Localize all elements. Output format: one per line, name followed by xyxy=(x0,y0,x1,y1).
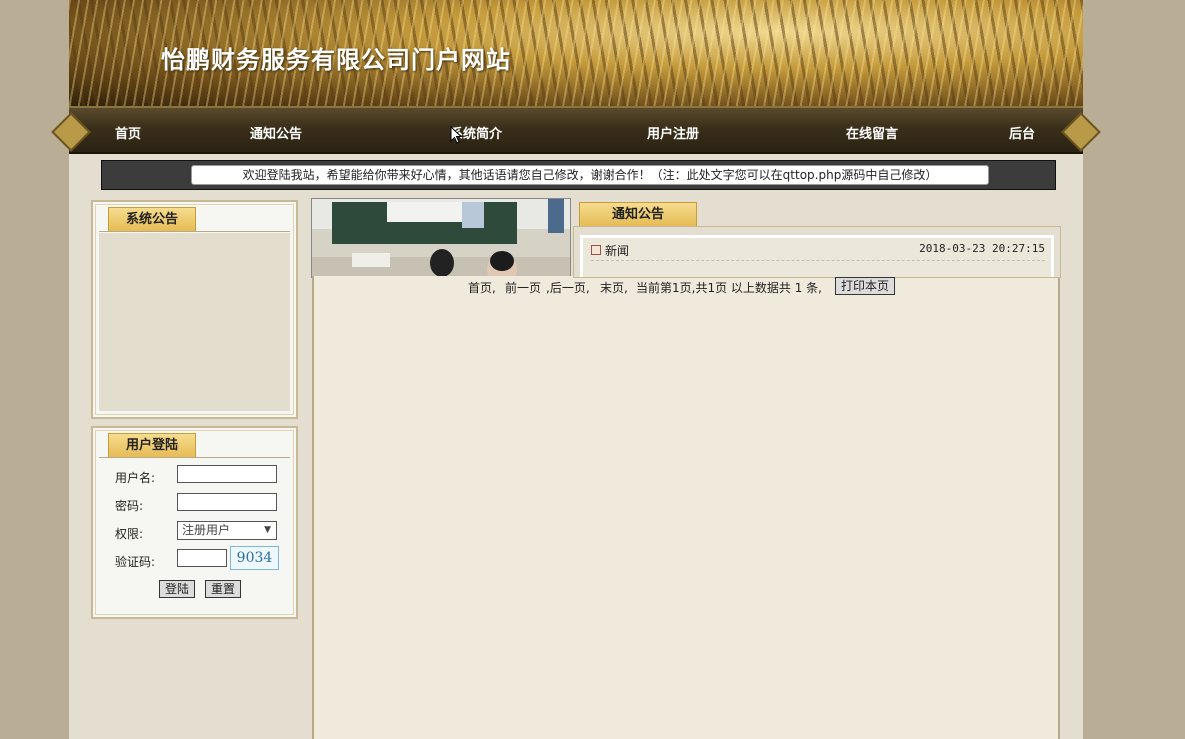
system-notice-tab: 系统公告 xyxy=(108,207,196,231)
divider xyxy=(99,231,290,232)
doc-icon xyxy=(591,245,601,255)
reset-button[interactable]: 重置 xyxy=(205,580,242,598)
username-label: 用户名: xyxy=(115,471,156,485)
main-content xyxy=(312,276,1060,739)
marquee-text: 欢迎登陆我站，希望能给你带来好心情，其他话语请您自己修改，谢谢合作！（注：此处文… xyxy=(191,165,989,185)
nav-home[interactable]: 首页 xyxy=(115,123,141,142)
print-button[interactable]: 打印本页 xyxy=(835,277,896,295)
divider xyxy=(99,457,290,458)
pager-last[interactable]: 末页, xyxy=(600,279,628,296)
role-select-value: 注册用户 xyxy=(182,523,231,537)
login-tab: 用户登陆 xyxy=(108,433,196,457)
pager-next[interactable]: ,后一页, xyxy=(546,279,590,296)
password-label: 密码: xyxy=(115,499,144,513)
pager-first[interactable]: 首页, xyxy=(468,279,496,296)
role-select[interactable]: 注册用户 ▼ xyxy=(177,521,277,540)
marquee-bar: 欢迎登陆我站，希望能给你带来好心情，其他话语请您自己修改，谢谢合作！（注：此处文… xyxy=(101,160,1056,190)
password-input[interactable] xyxy=(177,493,277,511)
mouse-cursor-icon xyxy=(450,126,462,144)
login-button[interactable]: 登陆 xyxy=(159,580,196,598)
list-item[interactable]: 新闻 2018-03-23 20:27:15 xyxy=(591,242,1045,261)
nav-ornament-right-icon xyxy=(1061,112,1101,152)
nav-guestbook[interactable]: 在线留言 xyxy=(846,123,898,142)
nav-ornament-left-icon xyxy=(51,112,91,152)
nav-register[interactable]: 用户注册 xyxy=(647,123,699,142)
system-notice-panel: 系统公告 xyxy=(91,200,298,419)
login-panel: 用户登陆 用户名: 密码: 权限: 注册用户 ▼ 验证码: 9034 登陆 重置 xyxy=(91,426,298,619)
pager-prev[interactable]: 前一页 xyxy=(505,279,541,296)
pager-status: 当前第1页,共1页 以上数据共 1 条, xyxy=(636,281,822,295)
classroom-photo xyxy=(311,198,571,278)
page: 怡鹏财务服务有限公司门户网站 首页 通知公告 系统简介 用户注册 在线留言 后台… xyxy=(51,0,1101,739)
nav-notices[interactable]: 通知公告 xyxy=(250,123,302,142)
notice-title[interactable]: 新闻 xyxy=(605,242,629,259)
notice-list-inner: 新闻 2018-03-23 20:27:15 xyxy=(580,235,1054,277)
site-title: 怡鹏财务服务有限公司门户网站 xyxy=(161,45,511,74)
nav-admin[interactable]: 后台 xyxy=(1009,123,1035,142)
username-input[interactable] xyxy=(177,465,277,483)
main-nav: 首页 通知公告 系统简介 用户注册 在线留言 后台 xyxy=(51,106,1101,154)
role-label: 权限: xyxy=(115,527,144,541)
notice-date: 2018-03-23 20:27:15 xyxy=(919,242,1045,255)
captcha-label: 验证码: xyxy=(115,555,156,569)
header-banner: 怡鹏财务服务有限公司门户网站 xyxy=(69,0,1083,106)
chevron-down-icon: ▼ xyxy=(264,525,271,535)
captcha-input[interactable] xyxy=(177,549,227,567)
system-notice-body xyxy=(99,233,290,411)
captcha-image[interactable]: 9034 xyxy=(230,546,279,570)
notice-list: 新闻 2018-03-23 20:27:15 xyxy=(573,226,1061,278)
notice-tab: 通知公告 xyxy=(579,202,697,227)
login-form: 用户名: 密码: 权限: 注册用户 ▼ 验证码: 9034 登陆 重置 xyxy=(99,459,290,611)
login-buttons: 登陆 重置 xyxy=(159,580,259,598)
